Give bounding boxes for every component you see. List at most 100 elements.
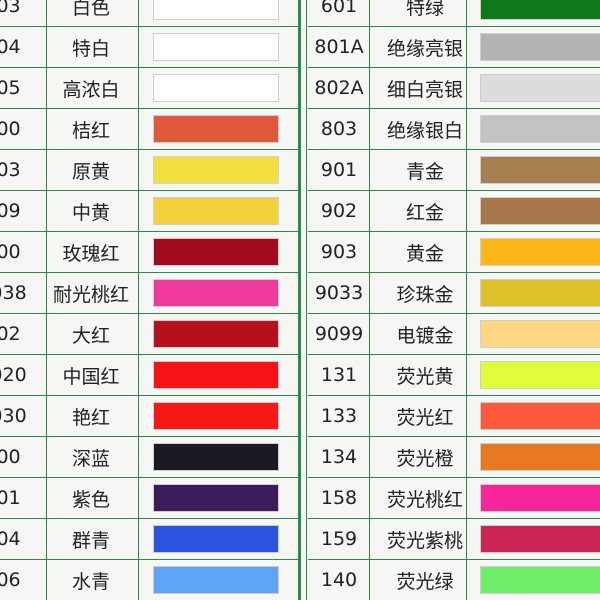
color-name: 紫色 xyxy=(71,488,110,511)
color-name: 中黄 xyxy=(71,201,110,224)
color-row: 404 群青 xyxy=(0,519,298,560)
color-code: 3020 xyxy=(0,364,27,386)
color-code: 302 xyxy=(0,323,21,345)
color-name: 红金 xyxy=(405,201,444,224)
color-swatch xyxy=(153,484,279,512)
color-code: 158 xyxy=(320,487,358,509)
color-row: 406 水青 xyxy=(0,560,298,600)
color-row: 131 荧光黄 xyxy=(308,355,600,396)
color-swatch xyxy=(480,74,600,102)
swatch-cell xyxy=(480,519,600,559)
color-code: 400 xyxy=(0,446,21,468)
color-name: 绝缘亮银 xyxy=(386,37,463,60)
color-name: 艳红 xyxy=(71,406,110,429)
color-swatch xyxy=(480,33,600,61)
swatch-cell xyxy=(137,519,298,559)
color-swatch xyxy=(153,156,279,184)
swatch-cell xyxy=(480,232,600,272)
color-name: 荧光紫桃 xyxy=(386,529,463,552)
swatch-cell xyxy=(480,396,600,436)
color-row: 803 绝缘银白 xyxy=(308,109,600,150)
color-swatch xyxy=(480,115,600,143)
color-row: 134 荧光橙 xyxy=(308,437,600,478)
color-swatch xyxy=(153,566,279,594)
color-code: 601 xyxy=(320,0,358,17)
color-code: 901 xyxy=(320,159,358,181)
color-code: 803 xyxy=(320,118,358,140)
swatch-cell xyxy=(137,191,298,231)
swatch-cell xyxy=(137,437,298,477)
color-name: 群青 xyxy=(71,529,110,552)
color-swatch xyxy=(480,566,600,594)
color-swatch xyxy=(480,320,600,348)
color-swatch xyxy=(153,0,279,20)
color-swatch xyxy=(480,279,600,307)
color-swatch xyxy=(153,33,279,61)
color-name: 荧光绿 xyxy=(396,570,454,593)
color-code: 209 xyxy=(0,200,21,222)
swatch-cell xyxy=(480,560,600,600)
swatch-cell xyxy=(137,27,298,67)
color-code: 3030 xyxy=(0,405,27,427)
color-code: 802A xyxy=(314,77,364,99)
color-swatch xyxy=(480,238,600,266)
color-row: 200 桔红 xyxy=(0,109,298,150)
color-name: 水青 xyxy=(71,570,110,593)
color-row: 302 大红 xyxy=(0,314,298,355)
color-swatch xyxy=(480,402,600,430)
color-row: 3038 耐光桃红 xyxy=(0,273,298,314)
color-name: 大红 xyxy=(71,324,110,347)
color-name: 黄金 xyxy=(405,242,444,265)
color-swatch xyxy=(153,115,279,143)
color-chart-page: 103 白色 104 特白 105 高浓白 200 桔红 203 原黄 209 中黄 300 玫瑰红 303… xyxy=(0,0,600,600)
divider-line xyxy=(306,0,307,600)
swatch-cell xyxy=(137,355,298,395)
color-code: 203 xyxy=(0,159,21,181)
color-swatch xyxy=(153,238,279,266)
color-swatch xyxy=(480,156,600,184)
right-color-table: 601 特绿 801A 绝缘亮银 802A 细白亮银 803 绝缘银白 901 青金 902 红金 90… xyxy=(308,0,600,600)
swatch-cell xyxy=(137,478,298,518)
color-row: 104 特白 xyxy=(0,27,298,68)
swatch-cell xyxy=(137,68,298,108)
swatch-cell xyxy=(480,478,600,518)
color-name: 绝缘银白 xyxy=(386,119,463,142)
color-code: 159 xyxy=(320,528,358,550)
swatch-cell xyxy=(137,273,298,313)
swatch-cell xyxy=(480,191,600,231)
color-name: 高浓白 xyxy=(62,78,120,101)
color-row: 140 荧光绿 xyxy=(308,560,600,600)
swatch-cell xyxy=(480,355,600,395)
color-code: 131 xyxy=(320,364,358,386)
color-swatch xyxy=(480,0,600,20)
color-name: 白色 xyxy=(71,0,110,19)
color-row: 401 紫色 xyxy=(0,478,298,519)
color-swatch xyxy=(480,443,600,471)
color-swatch xyxy=(153,361,279,389)
color-name: 原黄 xyxy=(71,160,110,183)
color-swatch xyxy=(480,525,600,553)
color-row: 903 黄金 xyxy=(308,232,600,273)
color-name: 桔红 xyxy=(71,119,110,142)
swatch-cell xyxy=(137,314,298,354)
color-swatch xyxy=(153,402,279,430)
color-swatch xyxy=(153,443,279,471)
swatch-cell xyxy=(480,273,600,313)
swatch-cell xyxy=(480,68,600,108)
color-row: 3030 艳红 xyxy=(0,396,298,437)
color-code: 801A xyxy=(314,36,364,58)
color-swatch xyxy=(480,197,600,225)
left-color-table: 103 白色 104 特白 105 高浓白 200 桔红 203 原黄 209 中黄 300 玫瑰红 303… xyxy=(0,0,298,600)
color-code: 105 xyxy=(0,77,21,99)
color-row: 103 白色 xyxy=(0,0,298,27)
color-name: 耐光桃红 xyxy=(52,283,129,306)
color-name: 电镀金 xyxy=(396,324,454,347)
divider-line xyxy=(298,0,301,600)
swatch-cell xyxy=(137,109,298,149)
color-row: 9099 电镀金 xyxy=(308,314,600,355)
color-name: 中国红 xyxy=(62,365,120,388)
color-code: 3038 xyxy=(0,282,27,304)
color-row: 203 原黄 xyxy=(0,150,298,191)
color-name: 细白亮银 xyxy=(386,78,463,101)
color-row: 901 青金 xyxy=(308,150,600,191)
